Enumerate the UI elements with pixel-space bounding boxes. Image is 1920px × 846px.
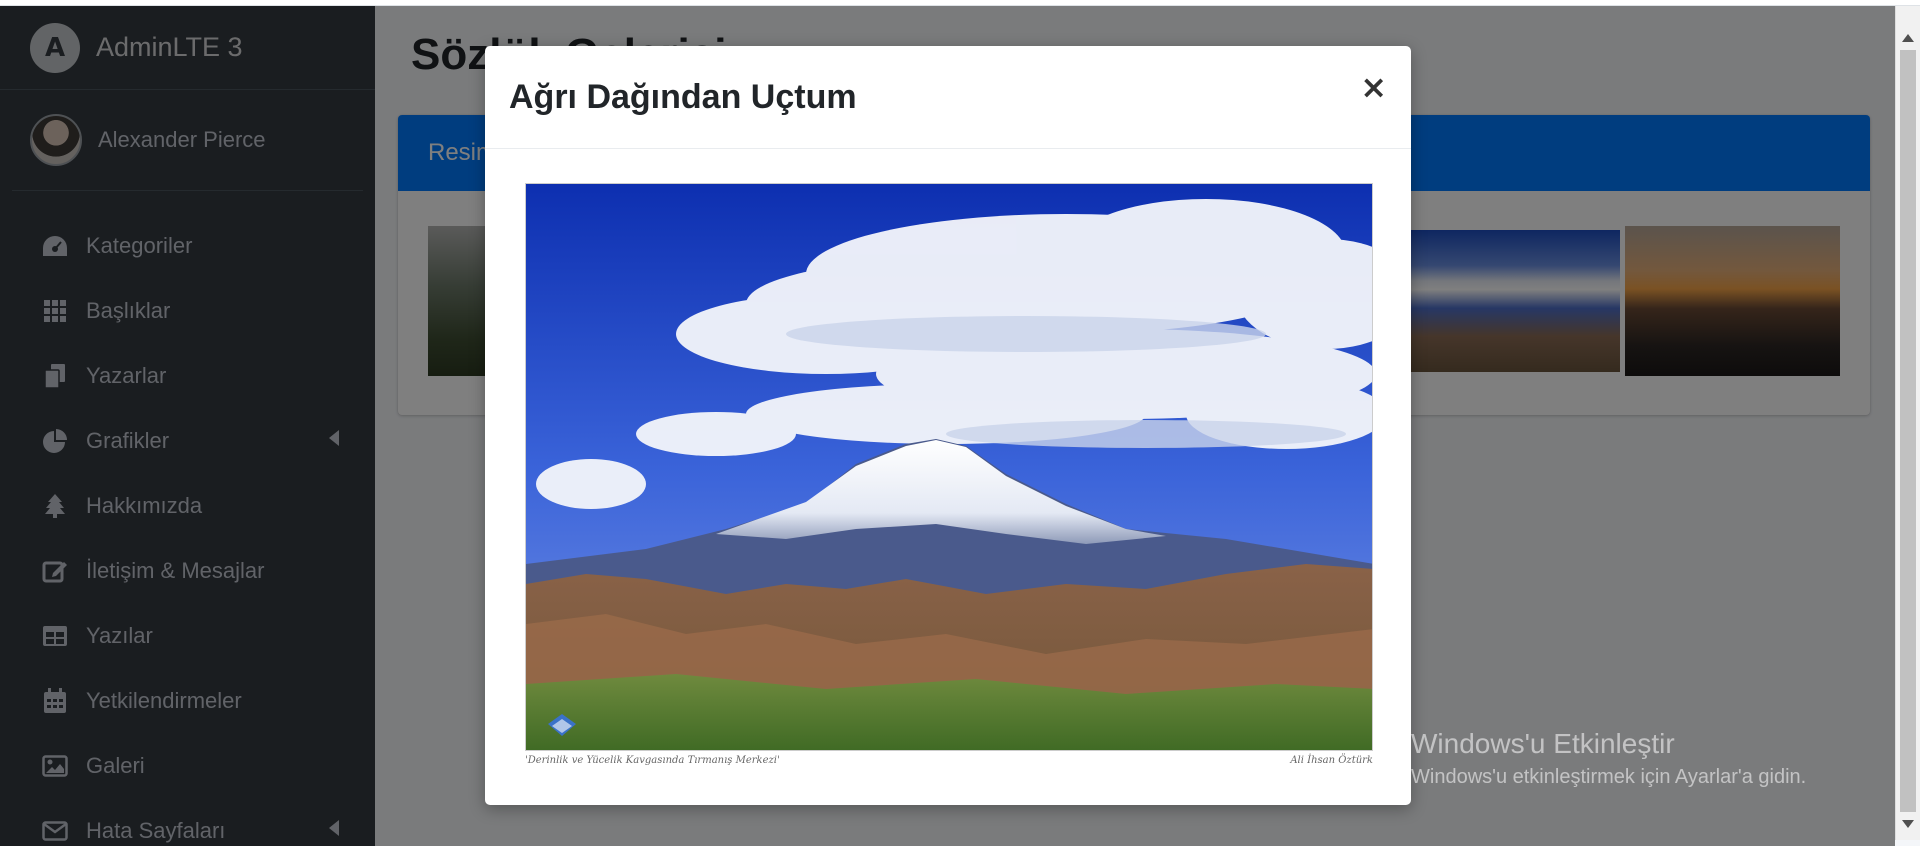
modal-title: Ağrı Dağından Uçtum [509, 77, 857, 116]
mountain-photo [525, 183, 1373, 751]
watermark-subtitle: Windows'u etkinleştirmek için Ayarlar'a … [1411, 766, 1807, 788]
close-button[interactable]: × [1360, 68, 1387, 106]
windows-activation-watermark: Windows'u Etkinleştir Windows'u etkinleş… [1411, 728, 1806, 789]
image-caption: 'Derinlik ve Yücelik Kavgasında Tırmanış… [525, 755, 1373, 766]
scroll-up-arrow-icon[interactable] [1902, 34, 1914, 42]
image-caption-right: Ali İhsan Öztürk [1290, 755, 1373, 766]
modal-body: 'Derinlik ve Yücelik Kavgasında Tırmanış… [485, 149, 1411, 800]
modal-header: Ağrı Dağından Uçtum × [485, 46, 1411, 149]
image-modal: Ağrı Dağından Uçtum × 'Derinlik ve Yücel… [485, 46, 1411, 805]
scrollbar[interactable] [1895, 6, 1920, 840]
scroll-down-arrow-icon[interactable] [1902, 820, 1914, 828]
scrollbar-thumb[interactable] [1900, 50, 1916, 812]
image-caption-left: 'Derinlik ve Yücelik Kavgasında Tırmanış… [525, 755, 780, 766]
watermark-title: Windows'u Etkinleştir [1411, 728, 1675, 759]
